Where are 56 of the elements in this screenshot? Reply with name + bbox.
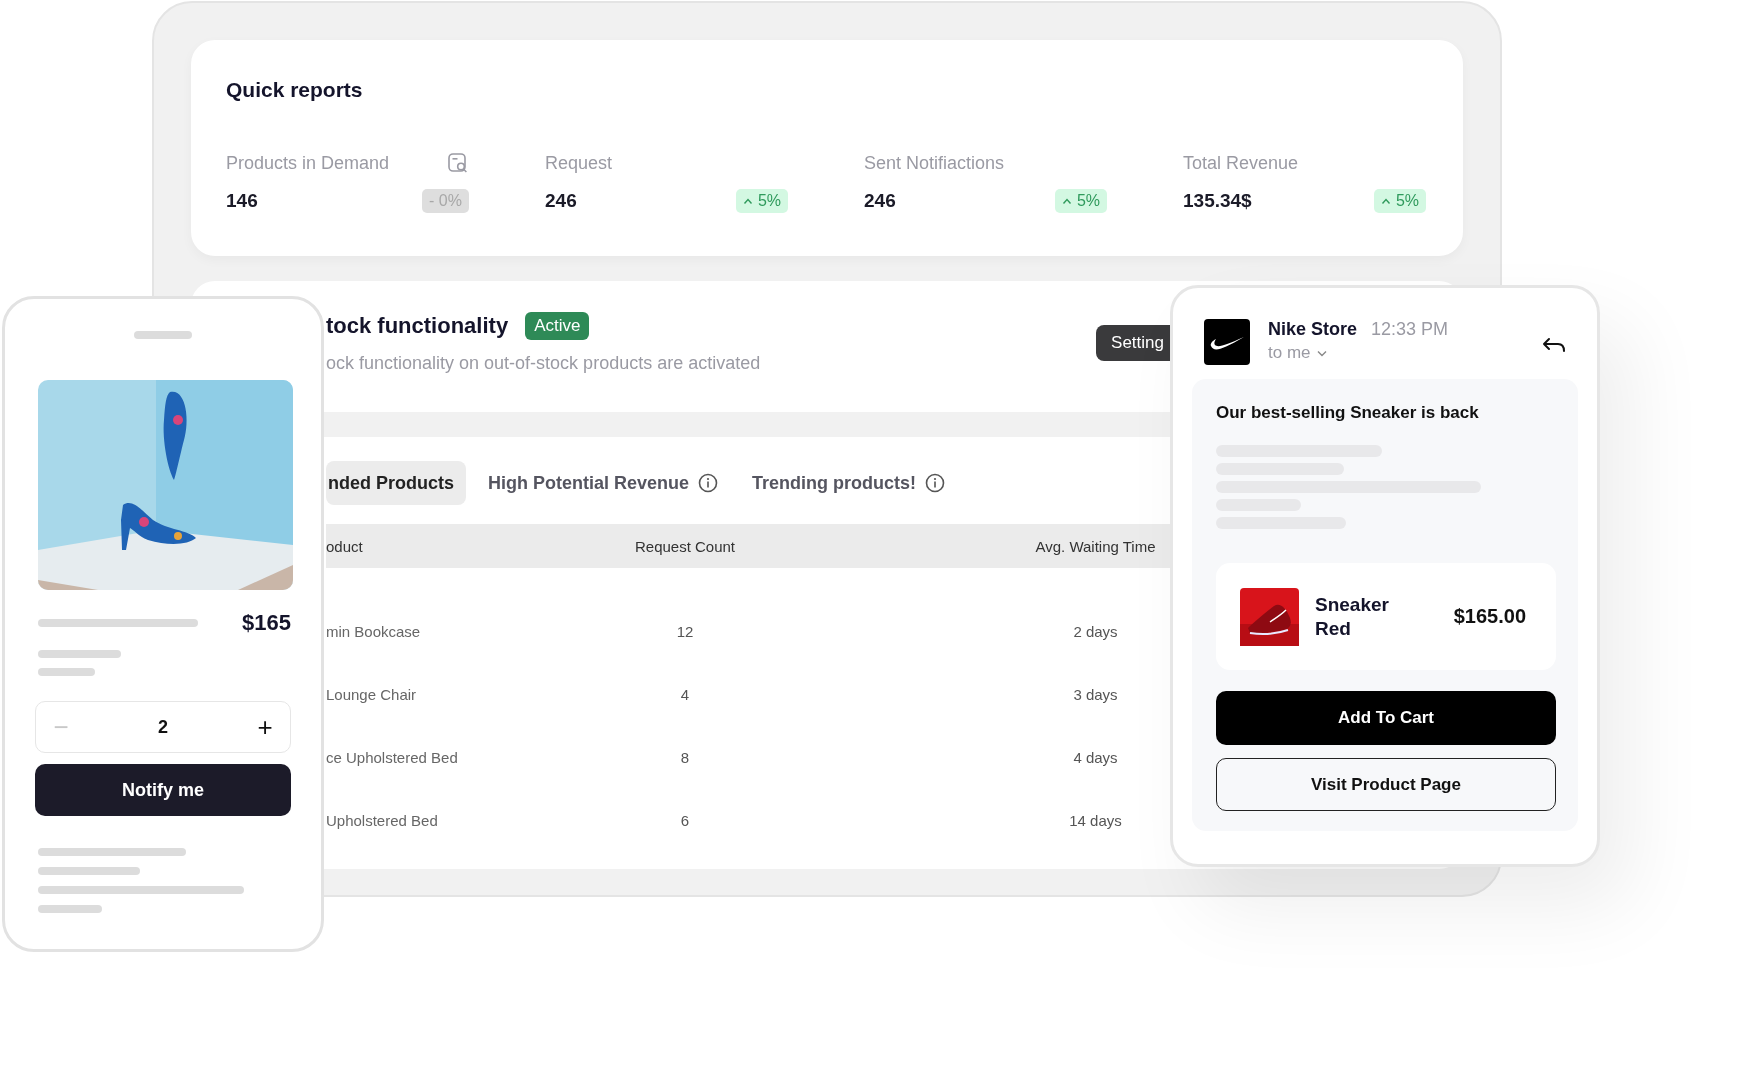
column-header: Request Count xyxy=(633,537,737,555)
table-cell-text: 6 xyxy=(679,812,691,829)
product-name: Sneaker Red xyxy=(1315,592,1390,641)
stat-label: Sent Notifiactions xyxy=(864,152,1005,174)
description-text: ock functionality on out-of-stock products are activated xyxy=(326,353,761,374)
skeleton-line xyxy=(38,668,95,676)
table-cell-text: 4 xyxy=(679,686,691,703)
chevron-down-icon xyxy=(1316,349,1327,357)
handle-bar xyxy=(134,331,192,339)
stat-value: 246 xyxy=(864,190,896,212)
quantity-stepper[interactable]: − 2 + xyxy=(35,701,291,753)
plus-button[interactable]: + xyxy=(250,707,280,747)
add-to-cart-button[interactable]: Add To Cart xyxy=(1216,691,1556,745)
section-title: Quick reports xyxy=(226,78,364,102)
caret-up-icon xyxy=(1380,197,1391,205)
quantity-value: 2 xyxy=(158,716,168,738)
table-cell-text: min Bookcase xyxy=(326,623,422,640)
visit-page-button[interactable]: Visit Product Page xyxy=(1216,758,1556,811)
table-cell-text: 12 xyxy=(675,623,695,640)
change-badge: 5% xyxy=(1054,189,1107,213)
tab[interactable]: High Potential Revenue xyxy=(486,461,731,505)
table-cell-text: 14 days xyxy=(1068,812,1123,829)
table-cell-text: 3 days xyxy=(1072,686,1119,703)
notify-button[interactable]: Notify me xyxy=(35,764,291,816)
stat-label: Request xyxy=(545,152,613,174)
change-badge: 5% xyxy=(735,189,788,213)
table-cell-text: 2 days xyxy=(1072,623,1119,640)
stat-value: 146 xyxy=(226,190,258,212)
skeleton-line xyxy=(38,905,102,913)
section-title: tock functionality xyxy=(326,313,509,339)
tab[interactable]: nded Products xyxy=(326,461,466,505)
column-header: oduct xyxy=(326,537,364,555)
table-cell-text: Lounge Chair xyxy=(326,686,418,703)
change-badge: 5% xyxy=(1373,189,1426,213)
sender-name: Nike Store xyxy=(1268,319,1358,340)
stat-value: 135.34$ xyxy=(1183,190,1252,212)
status-badge: Active xyxy=(525,312,590,340)
subject-text: Our best-selling Sneaker is back xyxy=(1216,403,1480,423)
table-cell-text: ce Upholstered Bed xyxy=(326,749,459,766)
stat-value: 246 xyxy=(545,190,577,212)
recipient-text: to me xyxy=(1268,343,1311,363)
product-price: $165.00 xyxy=(1453,605,1526,628)
stat-label: Products in Demand xyxy=(226,152,390,174)
caret-up-icon xyxy=(1061,197,1072,205)
logo-icon xyxy=(1204,319,1250,365)
table-cell-text: 4 days xyxy=(1072,749,1119,766)
time-text: 12:33 PM xyxy=(1371,319,1449,340)
price-text: $165 xyxy=(242,610,291,636)
tab[interactable]: Trending products! xyxy=(750,461,958,505)
table-cell-text: 8 xyxy=(679,749,691,766)
table-cell-text: Upholstered Bed xyxy=(326,812,439,829)
settings-button[interactable]: Setting xyxy=(1096,325,1170,361)
caret-up-icon xyxy=(742,197,753,205)
reply-icon xyxy=(1542,337,1566,355)
stat-label: Total Revenue xyxy=(1183,152,1299,174)
column-header: Avg. Waiting Time xyxy=(1034,537,1157,555)
